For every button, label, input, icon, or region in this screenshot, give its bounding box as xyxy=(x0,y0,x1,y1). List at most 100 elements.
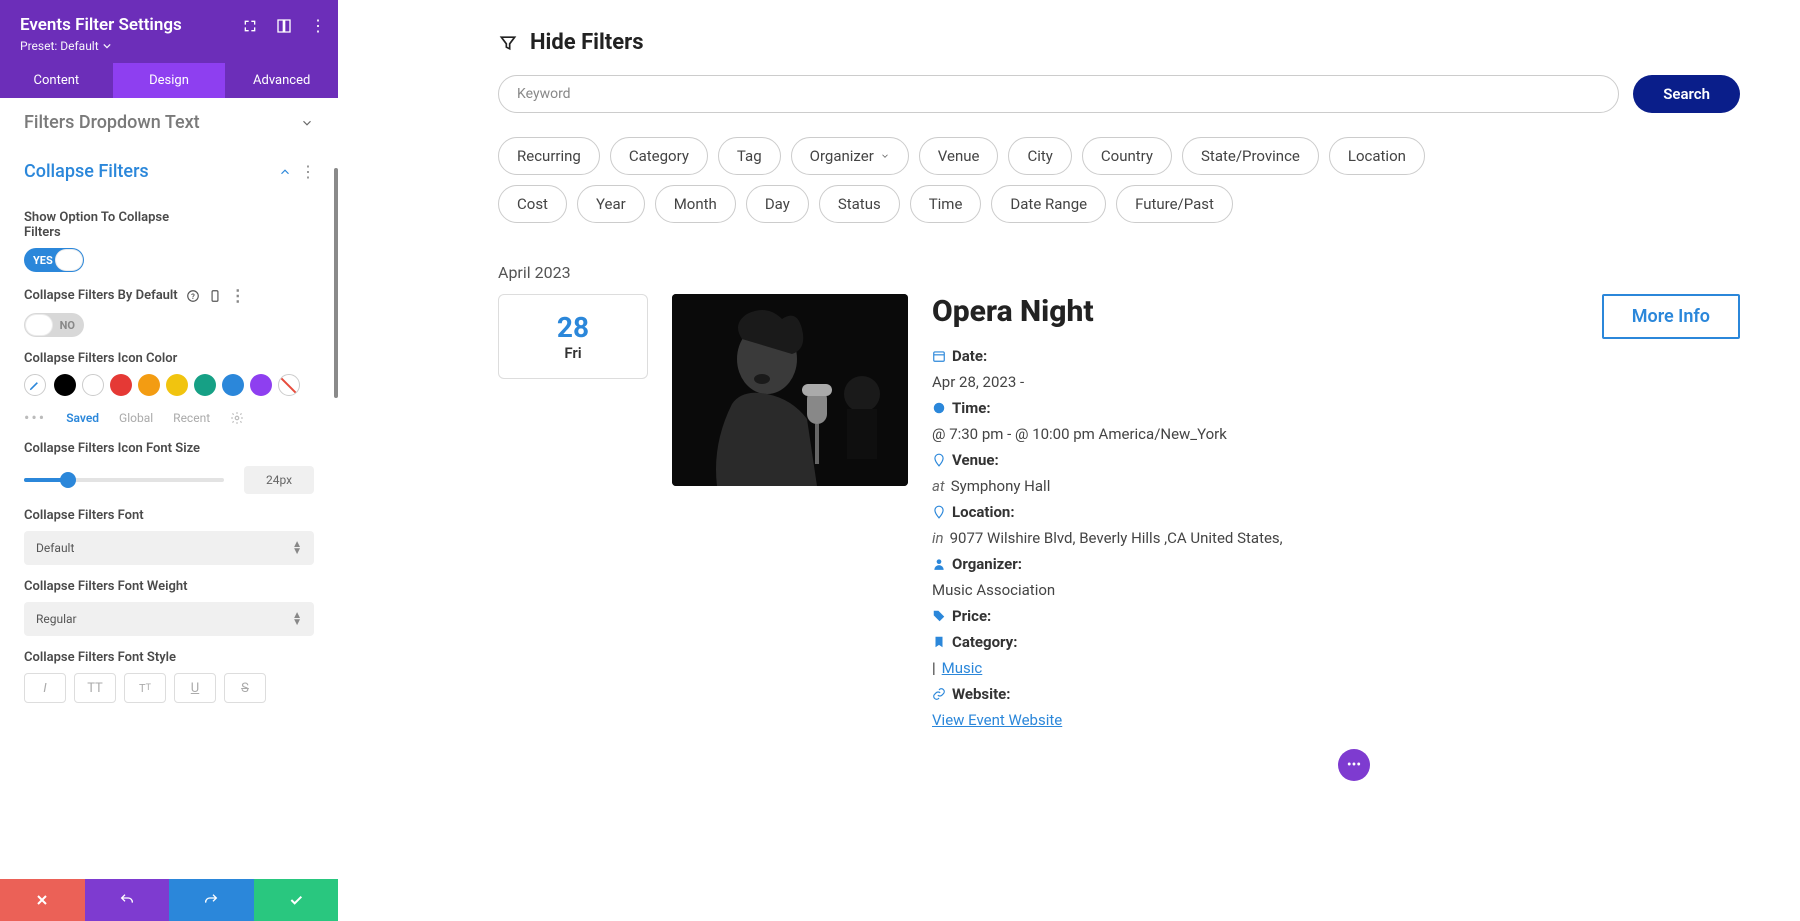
preset-dropdown[interactable]: Preset: Default xyxy=(20,39,318,53)
collapse-filters-body: Show Option To Collapse Filters YES Coll… xyxy=(0,210,338,713)
clock-icon xyxy=(932,401,946,415)
help-icon[interactable]: ? xyxy=(186,289,200,303)
font-select[interactable]: Default ▲▼ xyxy=(24,531,314,565)
color-none[interactable] xyxy=(278,374,300,396)
pill-year[interactable]: Year xyxy=(577,185,645,223)
section-more-icon[interactable]: ⋮ xyxy=(300,162,314,181)
color-teal[interactable] xyxy=(194,374,216,396)
show-option-toggle[interactable]: YES xyxy=(24,248,84,272)
tab-advanced[interactable]: Advanced xyxy=(225,63,338,98)
date-number: 28 xyxy=(499,311,647,344)
chevron-down-icon xyxy=(880,151,890,161)
website-link[interactable]: View Event Website xyxy=(932,711,1062,729)
preset-label: Preset: Default xyxy=(20,39,99,53)
font-label: Collapse Filters Font xyxy=(24,508,314,523)
more-icon[interactable]: ⋮ xyxy=(310,18,326,34)
sidebar-header: Events Filter Settings Preset: Default ⋮ xyxy=(0,0,338,63)
event-info: Opera Night More Info Date: Apr 28, 2023… xyxy=(932,294,1740,729)
font-size-slider[interactable] xyxy=(24,478,224,482)
subtab-global[interactable]: Global xyxy=(119,411,153,425)
pill-tag[interactable]: Tag xyxy=(718,137,781,175)
subtab-handle[interactable]: ••• xyxy=(24,408,46,427)
footer-bar xyxy=(0,879,338,921)
color-white[interactable] xyxy=(82,374,104,396)
color-red[interactable] xyxy=(110,374,132,396)
expand-icon[interactable] xyxy=(242,18,258,34)
pill-recurring[interactable]: Recurring xyxy=(498,137,600,175)
tab-design[interactable]: Design xyxy=(113,63,226,98)
collapse-default-label: Collapse Filters By Default ? ⋮ xyxy=(24,286,314,305)
date-day: Fri xyxy=(499,344,647,362)
subtab-recent[interactable]: Recent xyxy=(173,411,210,425)
color-purple[interactable] xyxy=(250,374,272,396)
pill-category[interactable]: Category xyxy=(610,137,708,175)
strike-btn[interactable]: S xyxy=(224,673,266,703)
pill-futurepast[interactable]: Future/Past xyxy=(1116,185,1233,223)
pill-city[interactable]: City xyxy=(1008,137,1071,175)
redo-button[interactable] xyxy=(169,879,254,921)
search-button[interactable]: Search xyxy=(1633,75,1740,113)
color-black[interactable] xyxy=(54,374,76,396)
hide-filters-toggle[interactable]: Hide Filters xyxy=(498,30,1740,55)
columns-icon[interactable] xyxy=(276,18,292,34)
phone-icon[interactable] xyxy=(208,289,222,303)
preview-area: Hide Filters Keyword Search Recurring Cat… xyxy=(338,0,1800,921)
panel-scroll[interactable]: Filters Dropdown Text Collapse Filters ⋮… xyxy=(0,98,338,879)
event-row: 28 Fri Opera Night More Info xyxy=(498,294,1740,729)
category-link[interactable]: Music xyxy=(942,659,983,677)
pill-organizer[interactable]: Organizer xyxy=(791,137,909,175)
tabs: Content Design Advanced xyxy=(0,63,338,98)
section-collapse-filters[interactable]: Collapse Filters ⋮ xyxy=(0,147,338,196)
settings-sidebar: Events Filter Settings Preset: Default ⋮… xyxy=(0,0,338,921)
color-swatches xyxy=(24,374,314,396)
color-yellow[interactable] xyxy=(166,374,188,396)
color-picker-swatch[interactable] xyxy=(24,374,46,396)
keyword-input[interactable]: Keyword xyxy=(498,75,1619,113)
chevron-down-icon xyxy=(300,116,314,130)
smallcaps-btn[interactable]: TT xyxy=(124,673,166,703)
weight-select[interactable]: Regular ▲▼ xyxy=(24,602,314,636)
color-blue[interactable] xyxy=(222,374,244,396)
save-button[interactable] xyxy=(254,879,339,921)
font-size-value[interactable]: 24px xyxy=(244,466,314,494)
more-info-button[interactable]: More Info xyxy=(1602,294,1740,339)
pill-daterange[interactable]: Date Range xyxy=(991,185,1106,223)
field-more-icon[interactable]: ⋮ xyxy=(230,286,244,305)
chevron-up-icon xyxy=(278,165,292,179)
pin-icon xyxy=(932,505,946,519)
filter-pills: Recurring Category Tag Organizer VenueCity Co… xyxy=(498,137,1498,223)
section-filters-dropdown-text[interactable]: Filters Dropdown Text xyxy=(0,98,338,147)
color-subtabs: ••• Saved Global Recent xyxy=(24,408,314,427)
style-label: Collapse Filters Font Style xyxy=(24,650,314,665)
underline-btn[interactable]: U xyxy=(174,673,216,703)
pill-stateprovince[interactable]: State/Province xyxy=(1182,137,1319,175)
undo-button[interactable] xyxy=(85,879,170,921)
pill-day[interactable]: Day xyxy=(746,185,809,223)
date-box: 28 Fri xyxy=(498,294,648,379)
pill-time[interactable]: Time xyxy=(910,185,982,223)
italic-btn[interactable]: I xyxy=(24,673,66,703)
event-image xyxy=(672,294,908,486)
uppercase-btn[interactable]: TT xyxy=(74,673,116,703)
show-option-label: Show Option To Collapse Filters xyxy=(24,210,184,240)
calendar-icon xyxy=(932,349,946,363)
subtab-saved[interactable]: Saved xyxy=(66,411,99,425)
link-icon xyxy=(932,687,946,701)
collapse-default-toggle[interactable]: NO xyxy=(24,313,84,337)
pill-status[interactable]: Status xyxy=(819,185,900,223)
tag-icon xyxy=(932,609,946,623)
fab-button[interactable]: ••• xyxy=(1338,749,1370,781)
gear-icon[interactable] xyxy=(230,411,244,425)
pill-location[interactable]: Location xyxy=(1329,137,1425,175)
pill-country[interactable]: Country xyxy=(1082,137,1172,175)
bookmark-icon xyxy=(932,635,946,649)
icon-color-label: Collapse Filters Icon Color xyxy=(24,351,314,366)
cancel-button[interactable] xyxy=(0,879,85,921)
tab-content[interactable]: Content xyxy=(0,63,113,98)
pill-month[interactable]: Month xyxy=(655,185,736,223)
person-icon xyxy=(932,557,946,571)
color-orange[interactable] xyxy=(138,374,160,396)
pill-venue[interactable]: Venue xyxy=(919,137,999,175)
slider-handle[interactable] xyxy=(60,472,76,488)
pill-cost[interactable]: Cost xyxy=(498,185,567,223)
